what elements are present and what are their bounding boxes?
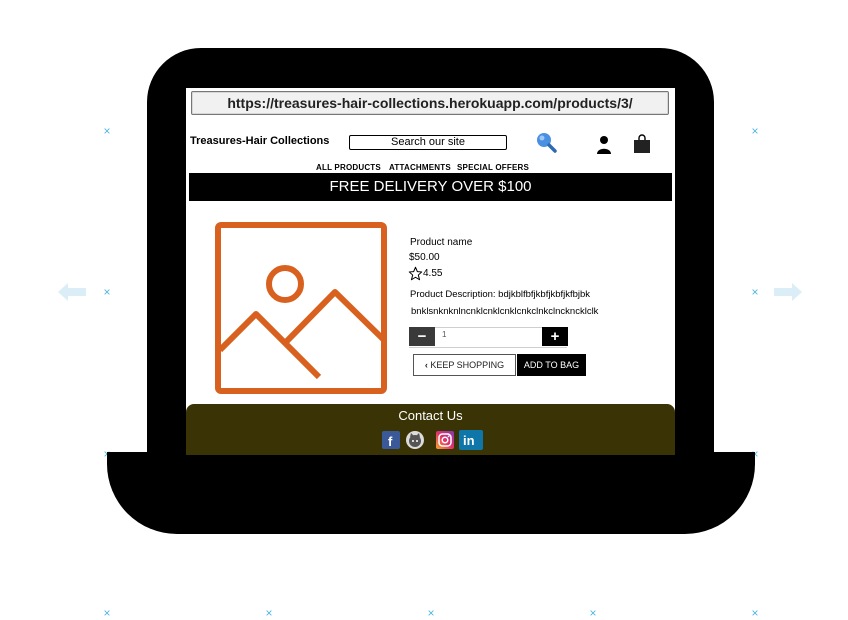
- facebook-icon[interactable]: f: [382, 431, 400, 449]
- nav-all-products[interactable]: ALL PRODUCTS: [316, 163, 381, 172]
- nav-attachments[interactable]: ATTACHMENTS: [389, 163, 451, 172]
- search-input[interactable]: Search our site: [349, 135, 507, 150]
- product-price: $50.00: [409, 252, 440, 263]
- product-name: Product name: [410, 237, 473, 248]
- wireframe-marker: ×: [103, 606, 111, 620]
- footer-title: Contact Us: [398, 408, 463, 423]
- wireframe-marker: ×: [265, 606, 273, 620]
- star-icon: [408, 266, 423, 286]
- instagram-icon[interactable]: [436, 431, 454, 449]
- product-image-placeholder: [215, 222, 389, 401]
- product-description-cont: bnklsnknknlncnklcnklcnklcnkclnkclncknckl…: [411, 306, 599, 317]
- keep-shopping-label: KEEP SHOPPING: [430, 360, 505, 370]
- keep-shopping-button[interactable]: ‹ KEEP SHOPPING: [413, 354, 516, 376]
- wireframe-marker: ×: [103, 285, 111, 299]
- svg-text:f: f: [388, 434, 393, 449]
- add-to-bag-button[interactable]: ADD TO BAG: [517, 354, 586, 376]
- svg-text:in: in: [463, 433, 475, 448]
- wireframe-marker: ×: [751, 285, 759, 299]
- increment-button[interactable]: +: [542, 327, 568, 346]
- url-bar[interactable]: https://treasures-hair-collections.herok…: [191, 91, 669, 115]
- wireframe-marker: ×: [427, 606, 435, 620]
- wireframe-marker: ×: [751, 606, 759, 620]
- account-icon[interactable]: [596, 135, 612, 160]
- nav-special-offers[interactable]: SPECIAL OFFERS: [457, 163, 529, 172]
- promo-banner: FREE DELIVERY OVER $100: [189, 173, 672, 201]
- shopping-bag-icon[interactable]: [633, 134, 651, 159]
- github-icon[interactable]: [406, 431, 424, 449]
- brand-logo[interactable]: Treasures-Hair Collections: [190, 135, 329, 147]
- product-rating: 4.55: [423, 268, 443, 279]
- laptop-base: [107, 452, 755, 534]
- arrow-left-icon[interactable]: [56, 282, 88, 302]
- wireframe-marker: ×: [589, 606, 597, 620]
- search-icon[interactable]: [535, 131, 557, 158]
- wireframe-marker: ×: [103, 124, 111, 138]
- arrow-right-icon[interactable]: [772, 282, 804, 302]
- product-description: Product Description: bdjkblfbfjkbfjkbfjk…: [410, 289, 591, 300]
- footer: Contact Us f in: [186, 404, 675, 455]
- linkedin-icon[interactable]: in: [459, 430, 483, 450]
- quantity-input[interactable]: 1: [442, 330, 446, 339]
- laptop-screen: https://treasures-hair-collections.herok…: [186, 88, 675, 455]
- wireframe-marker: ×: [751, 124, 759, 138]
- decrement-button[interactable]: −: [409, 327, 435, 346]
